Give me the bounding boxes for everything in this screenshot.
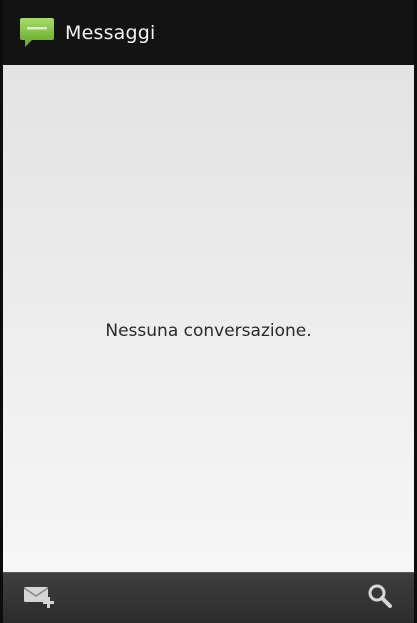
app-title: Messaggi <box>65 21 156 44</box>
compose-message-icon <box>22 583 56 613</box>
action-bar: Messaggi <box>3 0 414 65</box>
search-icon <box>366 582 394 614</box>
conversation-list: Nessuna conversazione. <box>3 65 414 572</box>
messaging-screen: Messaggi Nessuna conversazione. <box>0 0 417 623</box>
bottom-action-bar <box>3 572 414 623</box>
search-button[interactable] <box>358 579 402 617</box>
compose-button[interactable] <box>17 579 61 617</box>
empty-state-message: Nessuna conversazione. <box>105 321 312 341</box>
speech-bubble-icon <box>17 13 57 53</box>
